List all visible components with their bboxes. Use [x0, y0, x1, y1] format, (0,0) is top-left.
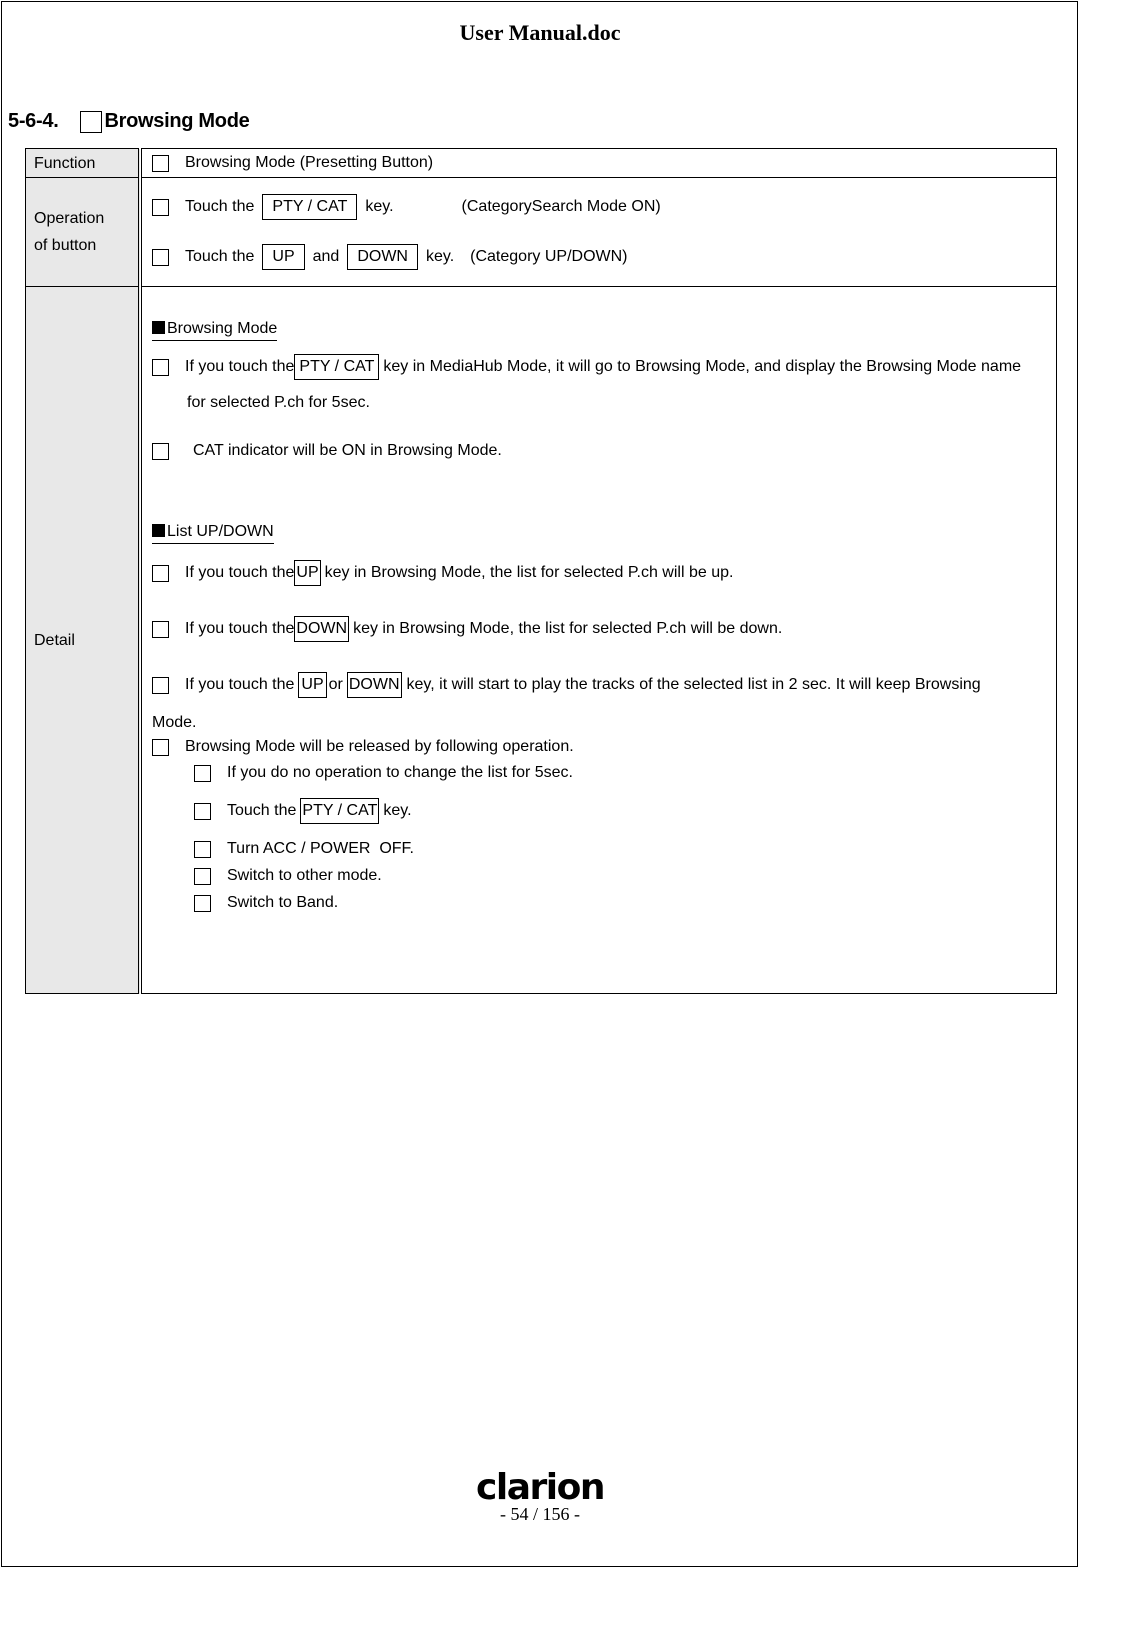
- function-text: Browsing Mode (Presetting Button): [185, 154, 434, 171]
- detail-item: CAT indicator will be ON in Browsing Mod…: [152, 442, 1046, 460]
- checkbox-icon: [152, 738, 169, 756]
- up-key: UP: [298, 672, 327, 698]
- section-heading: 5-6-4. Browsing Mode: [8, 110, 250, 133]
- item-text: or: [328, 676, 343, 693]
- bullet-square-icon: [152, 321, 165, 334]
- checkbox-icon: [80, 110, 103, 133]
- checkbox-icon: [152, 564, 169, 582]
- item-text: Turn ACC / POWER OFF.: [227, 840, 414, 857]
- pty-cat-key: PTY / CAT: [294, 354, 380, 380]
- item-note: (CategorySearch Mode ON): [461, 198, 661, 215]
- pty-cat-key: PTY / CAT: [300, 798, 380, 824]
- release-item: Switch to other mode.: [194, 867, 1046, 885]
- item-text: key.: [383, 802, 412, 819]
- operation-content: Touch the PTY / CAT key. (CategorySearch…: [139, 177, 1057, 287]
- checkbox-icon: [194, 802, 211, 820]
- release-list: If you do no operation to change the lis…: [152, 764, 1046, 912]
- item-text: Touch the: [185, 248, 255, 265]
- down-key: DOWN: [294, 616, 350, 642]
- item-text: key in Browsing Mode, the list for selec…: [353, 620, 783, 637]
- browsing-mode-heading: Browsing Mode: [152, 318, 278, 341]
- spec-table: Function Browsing Mode (Presetting Butto…: [25, 148, 1057, 994]
- item-text: If you touch the: [185, 564, 295, 581]
- document-title: User Manual.doc: [459, 20, 621, 45]
- item-note: (Category UP/DOWN): [470, 248, 628, 265]
- detail-label: Detail: [25, 286, 142, 994]
- release-item: Switch to Band.: [194, 894, 1046, 912]
- operation-item: Touch the UP and DOWN key. (Category UP/…: [152, 244, 1046, 270]
- checkbox-icon: [152, 248, 169, 266]
- section-title: Browsing Mode: [104, 110, 250, 132]
- item-text: If you touch the: [185, 620, 295, 637]
- item-text: key, it will start to play the tracks of…: [406, 676, 981, 693]
- item-text: Switch to Band.: [227, 894, 339, 911]
- page-number: - 54 / 156 -: [500, 1504, 580, 1524]
- item-text: If you touch the: [185, 358, 295, 375]
- down-key: DOWN: [347, 244, 418, 270]
- heading-text: Browsing Mode: [167, 320, 278, 337]
- detail-row: Detail Browsing Mode If you touch the PT…: [25, 286, 1057, 994]
- item-text: key.: [425, 248, 455, 265]
- release-heading: Browsing Mode will be released by follow…: [152, 738, 1046, 756]
- checkbox-icon: [152, 198, 169, 216]
- operation-label-line2: of button: [34, 237, 97, 254]
- item-text: If you touch the: [185, 676, 295, 693]
- checkbox-icon: [152, 676, 169, 694]
- function-row: Function Browsing Mode (Presetting Butto…: [25, 148, 1057, 178]
- item-text: key.: [365, 198, 394, 215]
- item-text: Switch to other mode.: [227, 867, 382, 884]
- section-number: 5-6-4.: [8, 110, 59, 132]
- item-text: Touch the: [185, 198, 255, 215]
- function-content: Browsing Mode (Presetting Button): [139, 148, 1057, 178]
- detail-content: Browsing Mode If you touch the PTY / CAT…: [139, 286, 1057, 994]
- item-text: key in MediaHub Mode, it will go to Brow…: [383, 358, 1022, 375]
- item-continuation: for selected P.ch for 5sec.: [187, 394, 370, 411]
- operation-label-line1: Operation: [34, 210, 105, 227]
- bullet-square-icon: [152, 524, 165, 537]
- checkbox-icon: [194, 867, 211, 885]
- function-label: Function: [25, 148, 142, 178]
- item-continuation: Mode.: [152, 714, 197, 731]
- item-text: CAT indicator will be ON in Browsing Mod…: [193, 442, 502, 459]
- item-text: and: [312, 248, 340, 265]
- checkbox-icon: [152, 358, 169, 376]
- detail-item: If you touch the UP key in Browsing Mode…: [152, 560, 1046, 586]
- down-key: DOWN: [346, 672, 402, 698]
- item-text: If you do no operation to change the lis…: [227, 764, 573, 781]
- detail-item: If you touch the DOWN key in Browsing Mo…: [152, 616, 1046, 642]
- detail-item: If you touch the UP or DOWN key, it will…: [152, 672, 1046, 698]
- up-key: UP: [262, 244, 305, 270]
- item-text: Browsing Mode will be released by follow…: [185, 738, 574, 755]
- operation-label: Operation of button: [25, 177, 142, 287]
- list-updown-heading: List UP/DOWN: [152, 521, 274, 544]
- release-item: Turn ACC / POWER OFF.: [194, 840, 1046, 858]
- checkbox-icon: [194, 894, 211, 912]
- item-text: key in Browsing Mode, the list for selec…: [324, 564, 734, 581]
- up-key: UP: [294, 560, 321, 586]
- detail-item: If you touch the PTY / CAT key in MediaH…: [152, 354, 1046, 380]
- heading-text: List UP/DOWN: [167, 523, 274, 540]
- release-item: If you do no operation to change the lis…: [194, 764, 1046, 782]
- checkbox-icon: [194, 764, 211, 782]
- checkbox-icon: [194, 840, 211, 858]
- operation-item: Touch the PTY / CAT key. (CategorySearch…: [152, 194, 1046, 220]
- release-item: Touch the PTY / CAT key.: [194, 798, 1046, 824]
- item-text: Touch the: [227, 802, 297, 819]
- checkbox-icon: [152, 154, 169, 172]
- operation-row: Operation of button Touch the PTY / CAT …: [25, 177, 1057, 287]
- checkbox-icon: [152, 620, 169, 638]
- checkbox-icon: [152, 442, 169, 460]
- clarion-logo: clarion: [476, 1467, 605, 1508]
- pty-cat-key: PTY / CAT: [262, 194, 358, 220]
